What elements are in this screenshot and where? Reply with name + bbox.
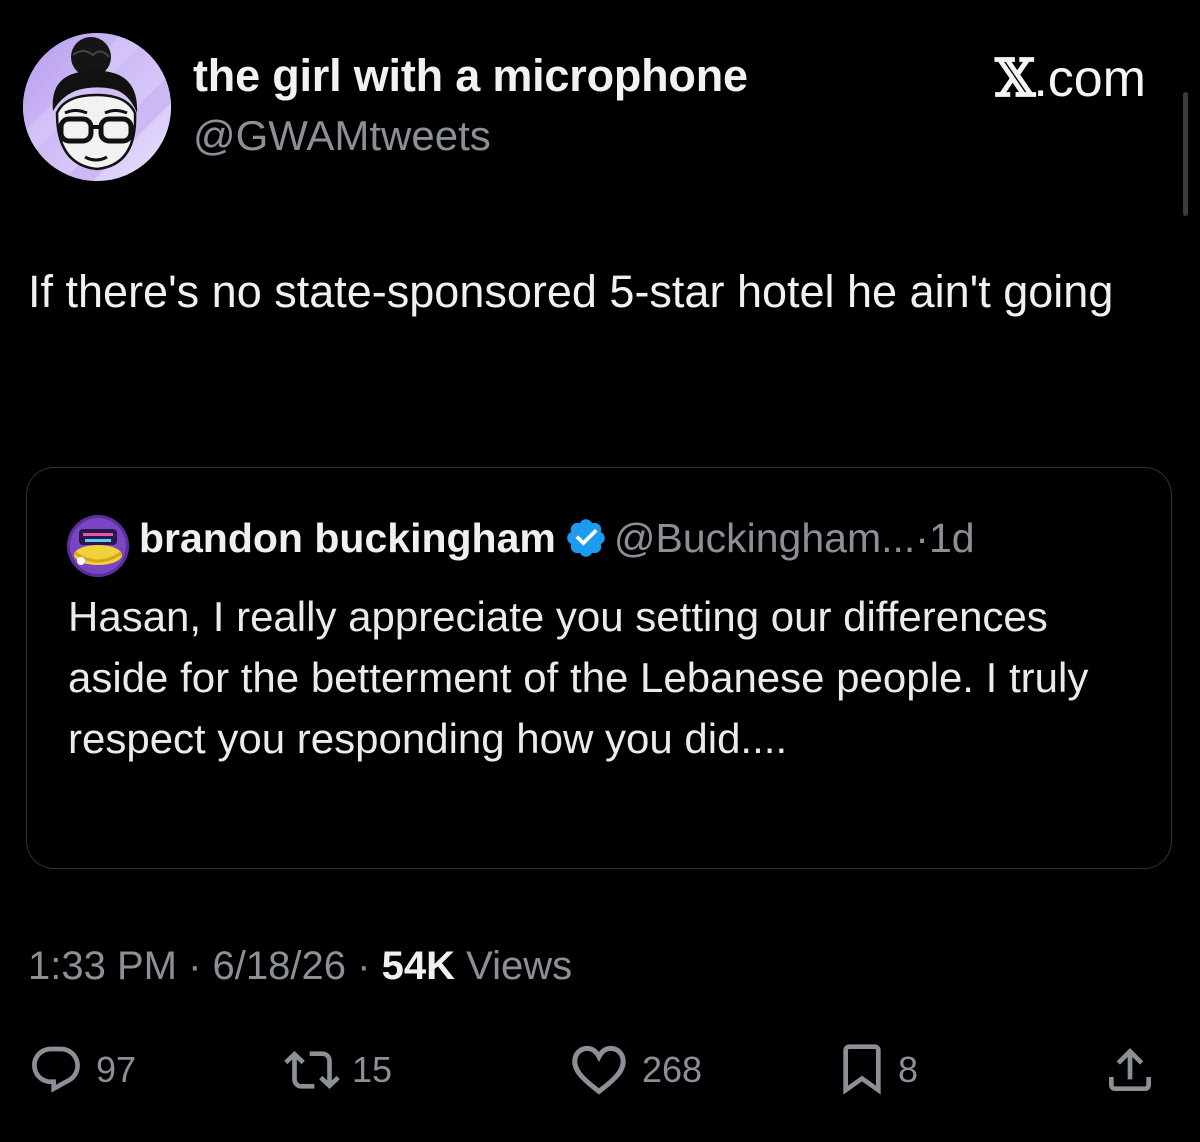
author-display-name[interactable]: the girl with a microphone xyxy=(193,50,748,102)
separator-dot: · xyxy=(915,514,929,561)
views-count[interactable]: 54K xyxy=(382,944,455,988)
tweet-text: If there's no state-sponsored 5-star hot… xyxy=(28,266,1114,317)
bookmark-icon xyxy=(843,1044,881,1095)
quoted-author-handle[interactable]: @Buckingham... xyxy=(614,515,915,562)
repost-icon xyxy=(284,1051,340,1089)
action-bar: 97 15 268 8 xyxy=(0,1030,1200,1110)
show-logo-avatar xyxy=(67,515,129,577)
like-count: 268 xyxy=(642,1049,703,1090)
bookmark-count: 8 xyxy=(898,1049,919,1090)
author-handle[interactable]: @GWAMtweets xyxy=(193,112,491,160)
cartoon-woman-glasses-avatar xyxy=(23,33,171,181)
site-label: 𝕏.com xyxy=(995,48,1146,109)
quoted-tweet-time[interactable]: 1d xyxy=(929,515,975,562)
tweet-header: the girl with a microphone @GWAMtweets 𝕏… xyxy=(0,0,1200,200)
tweet-time[interactable]: 1:33 PM xyxy=(28,944,177,988)
heart-icon xyxy=(572,1045,626,1095)
reply-count: 97 xyxy=(96,1049,137,1090)
quoted-tweet-card[interactable]: brandon buckingham @Buckingham...·1d Has… xyxy=(26,467,1172,869)
quoted-tweet-text: Hasan, I really appreciate you setting o… xyxy=(68,593,1089,762)
quoted-author-display-name[interactable]: brandon buckingham xyxy=(139,515,556,562)
separator-dot: · xyxy=(357,944,371,988)
verified-badge-icon xyxy=(567,519,605,557)
quoted-author-avatar[interactable] xyxy=(67,515,129,577)
author-avatar[interactable] xyxy=(23,33,171,181)
share-button[interactable] xyxy=(1102,1042,1158,1098)
quoted-tweet-header: brandon buckingham @Buckingham...·1d xyxy=(139,512,975,562)
tweet-date[interactable]: 6/18/26 xyxy=(213,944,346,988)
repost-button[interactable]: 15 xyxy=(284,1042,392,1098)
site-label-suffix: .com xyxy=(1033,50,1146,108)
share-icon xyxy=(1109,1048,1151,1091)
x-logo-icon: 𝕏 xyxy=(994,48,1035,109)
repost-count: 15 xyxy=(352,1049,393,1090)
separator-dot: · xyxy=(188,944,202,988)
reply-button[interactable]: 97 xyxy=(28,1042,136,1098)
views-label[interactable]: Views xyxy=(466,944,572,988)
reply-icon xyxy=(32,1046,80,1093)
like-button[interactable]: 268 xyxy=(568,1042,702,1098)
tweet-meta: 1:33 PM · 6/18/26 · 54K Views xyxy=(28,944,572,989)
bookmark-button[interactable]: 8 xyxy=(838,1042,918,1098)
